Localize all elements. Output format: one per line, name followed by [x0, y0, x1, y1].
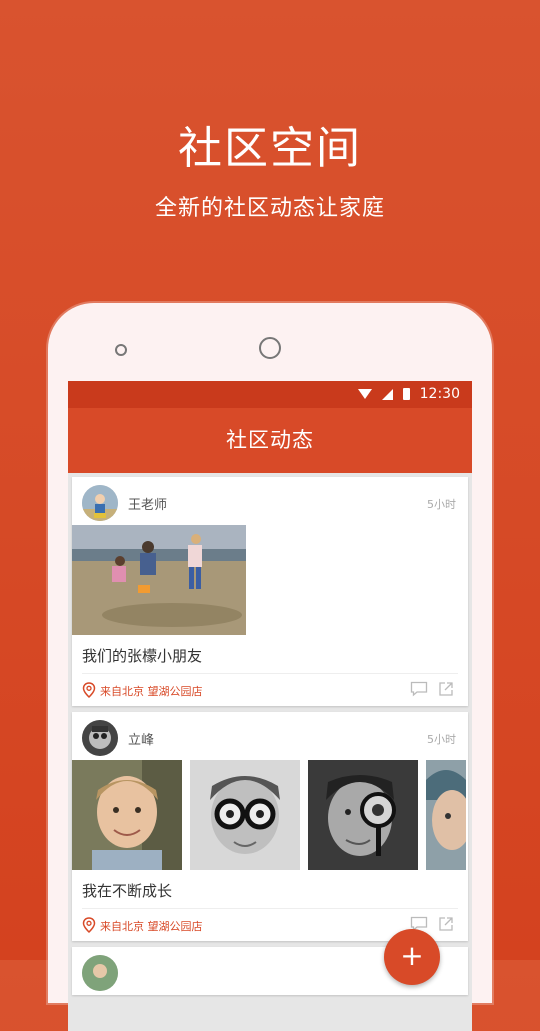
phone-screen: 12:30 社区动态 王老师 5小时 我们的张檬小朋友 来自北京 望湖公园店 立…	[68, 381, 472, 1031]
battery-icon	[403, 388, 410, 400]
status-bar: 12:30	[68, 381, 472, 408]
location-pin-icon	[82, 917, 96, 933]
photo-strip	[72, 760, 468, 870]
share-icon[interactable]	[438, 916, 454, 932]
hero-subtitle: 全新的社区动态让家庭	[154, 196, 385, 221]
wifi-icon	[358, 389, 372, 399]
add-icon: +	[400, 939, 424, 972]
status-time: 12:30	[419, 386, 460, 402]
add-post-button[interactable]: +	[384, 929, 440, 985]
post-photo[interactable]	[72, 525, 246, 635]
feed-card[interactable]: 立峰 5小时 我在不断成长 来自北京 望湖公园店	[72, 712, 468, 941]
post-time: 5小时	[427, 733, 456, 746]
post-text: 我们的张檬小朋友	[82, 647, 203, 665]
signal-icon	[382, 388, 393, 400]
location-pin-icon	[82, 682, 96, 698]
post-photo[interactable]	[308, 760, 418, 870]
avatar[interactable]	[82, 485, 118, 521]
feed-list: 王老师 5小时 我们的张檬小朋友 来自北京 望湖公园店 立峰 5小时 我在不断成…	[68, 473, 472, 995]
hero-title: 社区空间	[178, 123, 362, 174]
post-photo[interactable]	[190, 760, 300, 870]
phone-home-button-icon	[259, 337, 281, 359]
post-location[interactable]: 来自北京 望湖公园店	[100, 918, 203, 934]
post-location[interactable]: 来自北京 望湖公园店	[100, 683, 203, 699]
post-photo[interactable]	[72, 760, 182, 870]
share-icon[interactable]	[438, 681, 454, 697]
author-name[interactable]: 立峰	[128, 729, 154, 748]
photo-strip	[72, 525, 468, 635]
post-photo[interactable]	[426, 760, 466, 870]
feed-card[interactable]: 王老师 5小时 我们的张檬小朋友 来自北京 望湖公园店	[72, 477, 468, 706]
avatar[interactable]	[82, 720, 118, 756]
phone-camera-icon	[115, 344, 127, 356]
post-text: 我在不断成长	[82, 882, 173, 900]
post-time: 5小时	[427, 498, 456, 511]
comment-icon[interactable]	[410, 681, 428, 697]
avatar[interactable]	[82, 955, 118, 991]
app-bar-title: 社区动态	[68, 408, 472, 473]
phone-mockup: 12:30 社区动态 王老师 5小时 我们的张檬小朋友 来自北京 望湖公园店 立…	[48, 303, 492, 1031]
author-name[interactable]: 王老师	[128, 494, 167, 513]
